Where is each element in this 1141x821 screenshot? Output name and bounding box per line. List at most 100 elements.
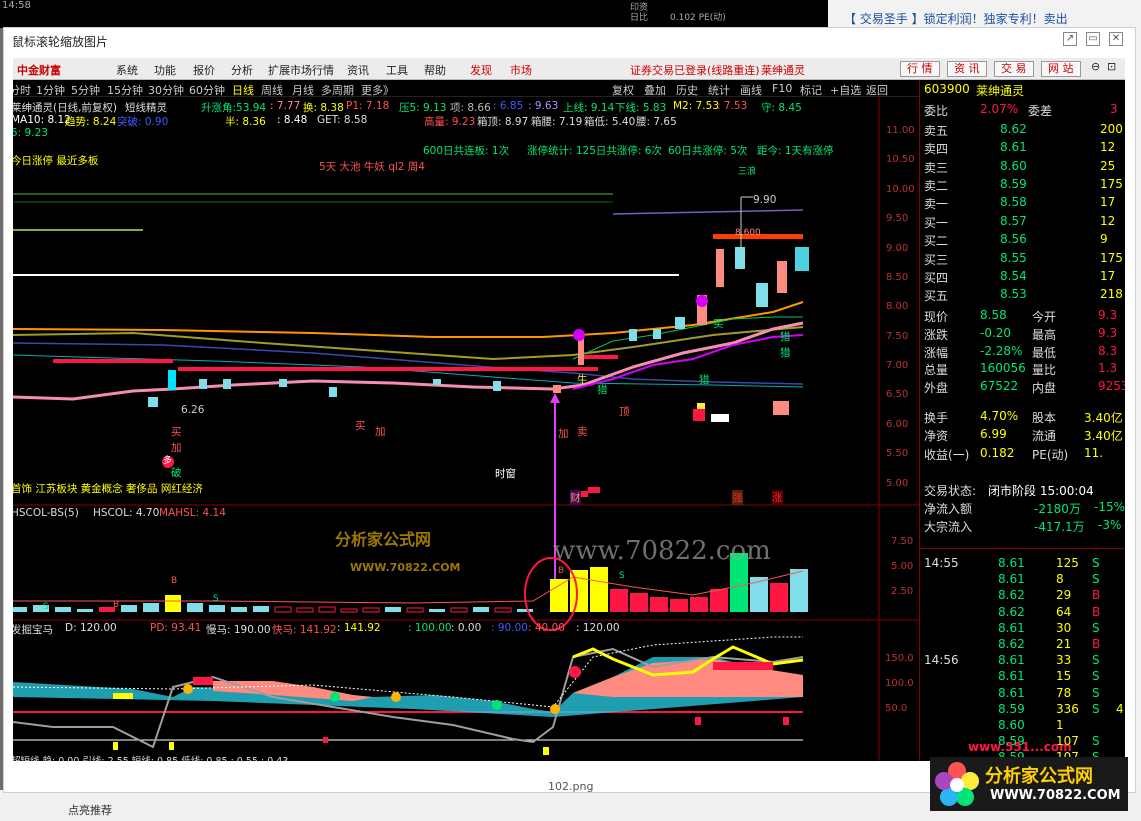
tick-volume: 125 <box>1056 556 1079 570</box>
bid-row: 买一 8.57 12 <box>924 214 1124 232</box>
tool-adjust[interactable]: 复权 <box>612 82 634 98</box>
volume-tick: 5.00 <box>891 561 914 572</box>
website-button[interactable]: 网 站 <box>1041 61 1081 77</box>
tool-history[interactable]: 历史 <box>676 82 698 98</box>
stat-label: PE(动) <box>1032 447 1069 462</box>
restore-icon[interactable]: ▭ <box>1086 32 1100 46</box>
stat-line: 距今: 1天有涨停 <box>757 145 834 157</box>
tool-mark[interactable]: 标记 <box>800 82 822 98</box>
period-tab[interactable]: 15分钟 <box>107 82 143 98</box>
catch-marker: 猎 <box>699 374 710 386</box>
menu-market[interactable]: 市场 <box>510 62 532 78</box>
high-volume: 高量: 9.23 <box>424 116 476 128</box>
trade-button[interactable]: 交 易 <box>994 61 1034 77</box>
bid-row: 买二 8.56 9 <box>924 232 1124 250</box>
block-inflow-pct: -3% <box>1098 518 1122 532</box>
volume-indicator-name: HSCOL-BS(5) <box>13 507 79 519</box>
tick-volume: 1 <box>1056 718 1064 732</box>
menu-system[interactable]: 系统 <box>116 62 138 78</box>
stat-label: 总量 <box>924 363 949 378</box>
menu-tools[interactable]: 工具 <box>386 62 408 78</box>
period-tab[interactable]: 30分钟 <box>148 82 184 98</box>
menu-news[interactable]: 资讯 <box>347 62 369 78</box>
price-tick: 10.50 <box>886 154 915 165</box>
order-diff-value: 3 <box>1110 102 1118 116</box>
tool-overlay[interactable]: 叠加 <box>644 82 666 98</box>
tool-draw[interactable]: 画线 <box>740 82 762 98</box>
menu-analysis[interactable]: 分析 <box>231 62 253 78</box>
period-tab[interactable]: 周线 <box>261 82 283 98</box>
ask-level-price: 8.58 <box>1000 195 1027 210</box>
lower-line: 下线: 5.83 <box>615 102 667 114</box>
p1-value: P1: 7.18 <box>346 100 390 112</box>
tool-f10[interactable]: F10 <box>772 82 792 95</box>
stat-line: 600日共连板: 1次 <box>423 145 510 157</box>
trade-state-row: 交易状态: 闭市阶段 15:00:04 <box>924 482 1124 500</box>
trend-value: 趋势: 8.24 <box>65 116 117 128</box>
add-marker: 加 <box>558 428 569 440</box>
header-value: : 8.48 <box>277 114 308 126</box>
tick-price: 8.61 <box>998 669 1025 684</box>
tick-side: B <box>1092 588 1101 603</box>
stat-value: 92534 <box>1098 379 1125 394</box>
bid-level-label: 买一 <box>924 216 949 230</box>
stock-short-name: 莱绅通灵 <box>761 64 805 77</box>
flower-logo-icon <box>935 762 979 806</box>
top-marker: 顶 <box>619 406 630 418</box>
period-bar: 分时 1分钟 5分钟 15分钟 30分钟 60分钟 日线 周线 月线 多周期 更… <box>13 80 919 97</box>
d-value: D: 120.00 <box>65 622 117 634</box>
stat-label: 最低 <box>1032 345 1057 360</box>
time-window: 时窗 <box>495 468 516 480</box>
tool-add-favorite[interactable]: +自选 <box>830 82 861 98</box>
trading-app-screenshot: 中金财富 系统 功能 报价 分析 扩展市场行情 资讯 工具 帮助 发现 市场 证… <box>13 58 1125 761</box>
tick-price: 8.61 <box>998 653 1025 668</box>
menu-discover[interactable]: 发现 <box>470 62 492 78</box>
bid-level-volume: 218 <box>1100 287 1123 302</box>
period-tab[interactable]: 60分钟 <box>189 82 225 98</box>
tick-side: S <box>1092 556 1100 570</box>
period-tab[interactable]: 更多》 <box>361 82 394 98</box>
break-marker: 破 <box>171 467 182 479</box>
period-tab-daily[interactable]: 日线 <box>232 82 254 98</box>
price-tick: 6.50 <box>886 389 909 400</box>
tool-back[interactable]: 返回 <box>866 82 888 98</box>
period-tab[interactable]: 1分钟 <box>36 82 65 98</box>
quote-button[interactable]: 行 情 <box>900 61 940 77</box>
menu-extended-market[interactable]: 扩展市场行情 <box>268 62 334 78</box>
ask-level-volume: 17 <box>1100 195 1116 210</box>
stat-label: 流通 <box>1032 429 1057 444</box>
ask-level-volume: 25 <box>1100 158 1116 173</box>
price-tick: 11.00 <box>886 125 915 136</box>
minimize-icon[interactable]: ⊖ <box>1091 60 1100 73</box>
period-tab[interactable]: 月线 <box>292 82 314 98</box>
chart-stock-title: 莱绅通灵(日线,前复权) <box>13 102 118 114</box>
period-tab[interactable]: 5分钟 <box>71 82 100 98</box>
chart-canvas <box>13 97 919 761</box>
news-button[interactable]: 资 讯 <box>947 61 987 77</box>
period-tab[interactable]: 分时 <box>13 82 31 98</box>
restore-app-icon[interactable]: ⊡ <box>1107 60 1116 73</box>
open-external-icon[interactable]: ↗ <box>1063 32 1077 46</box>
indicator-name: 发掘宝马 <box>13 624 53 636</box>
tick-side: S <box>1092 572 1100 587</box>
buy-marker: 买 <box>355 420 366 432</box>
close-icon[interactable]: ✕ <box>1109 32 1123 46</box>
menu-help[interactable]: 帮助 <box>424 62 446 78</box>
logo-title: 分析家公式网 <box>985 766 1093 787</box>
background-recommend[interactable]: 点亮推荐 <box>68 802 112 818</box>
background-link[interactable]: 【 交易圣手 】锁定利润！独家专利！卖出 <box>844 10 1068 27</box>
breakthrough-value: 突破: 0.90 <box>117 116 169 128</box>
tool-stats[interactable]: 统计 <box>708 82 730 98</box>
stat-value: -2.28% <box>980 343 1023 358</box>
period-tab[interactable]: 多周期 <box>321 82 354 98</box>
bs-marker: B <box>113 600 120 610</box>
volume-tick: 7.50 <box>891 536 914 547</box>
ask-level-price: 8.60 <box>1000 158 1027 173</box>
menu-quote[interactable]: 报价 <box>193 62 215 78</box>
menu-function[interactable]: 功能 <box>154 62 176 78</box>
tick-price: 8.61 <box>998 685 1025 700</box>
half-value: 半: 8.36 <box>225 116 266 128</box>
watermark-url-large: www.70822.com <box>553 536 771 566</box>
rise-marker: 涨 <box>772 490 783 505</box>
stock-code: 603900 <box>924 82 970 96</box>
